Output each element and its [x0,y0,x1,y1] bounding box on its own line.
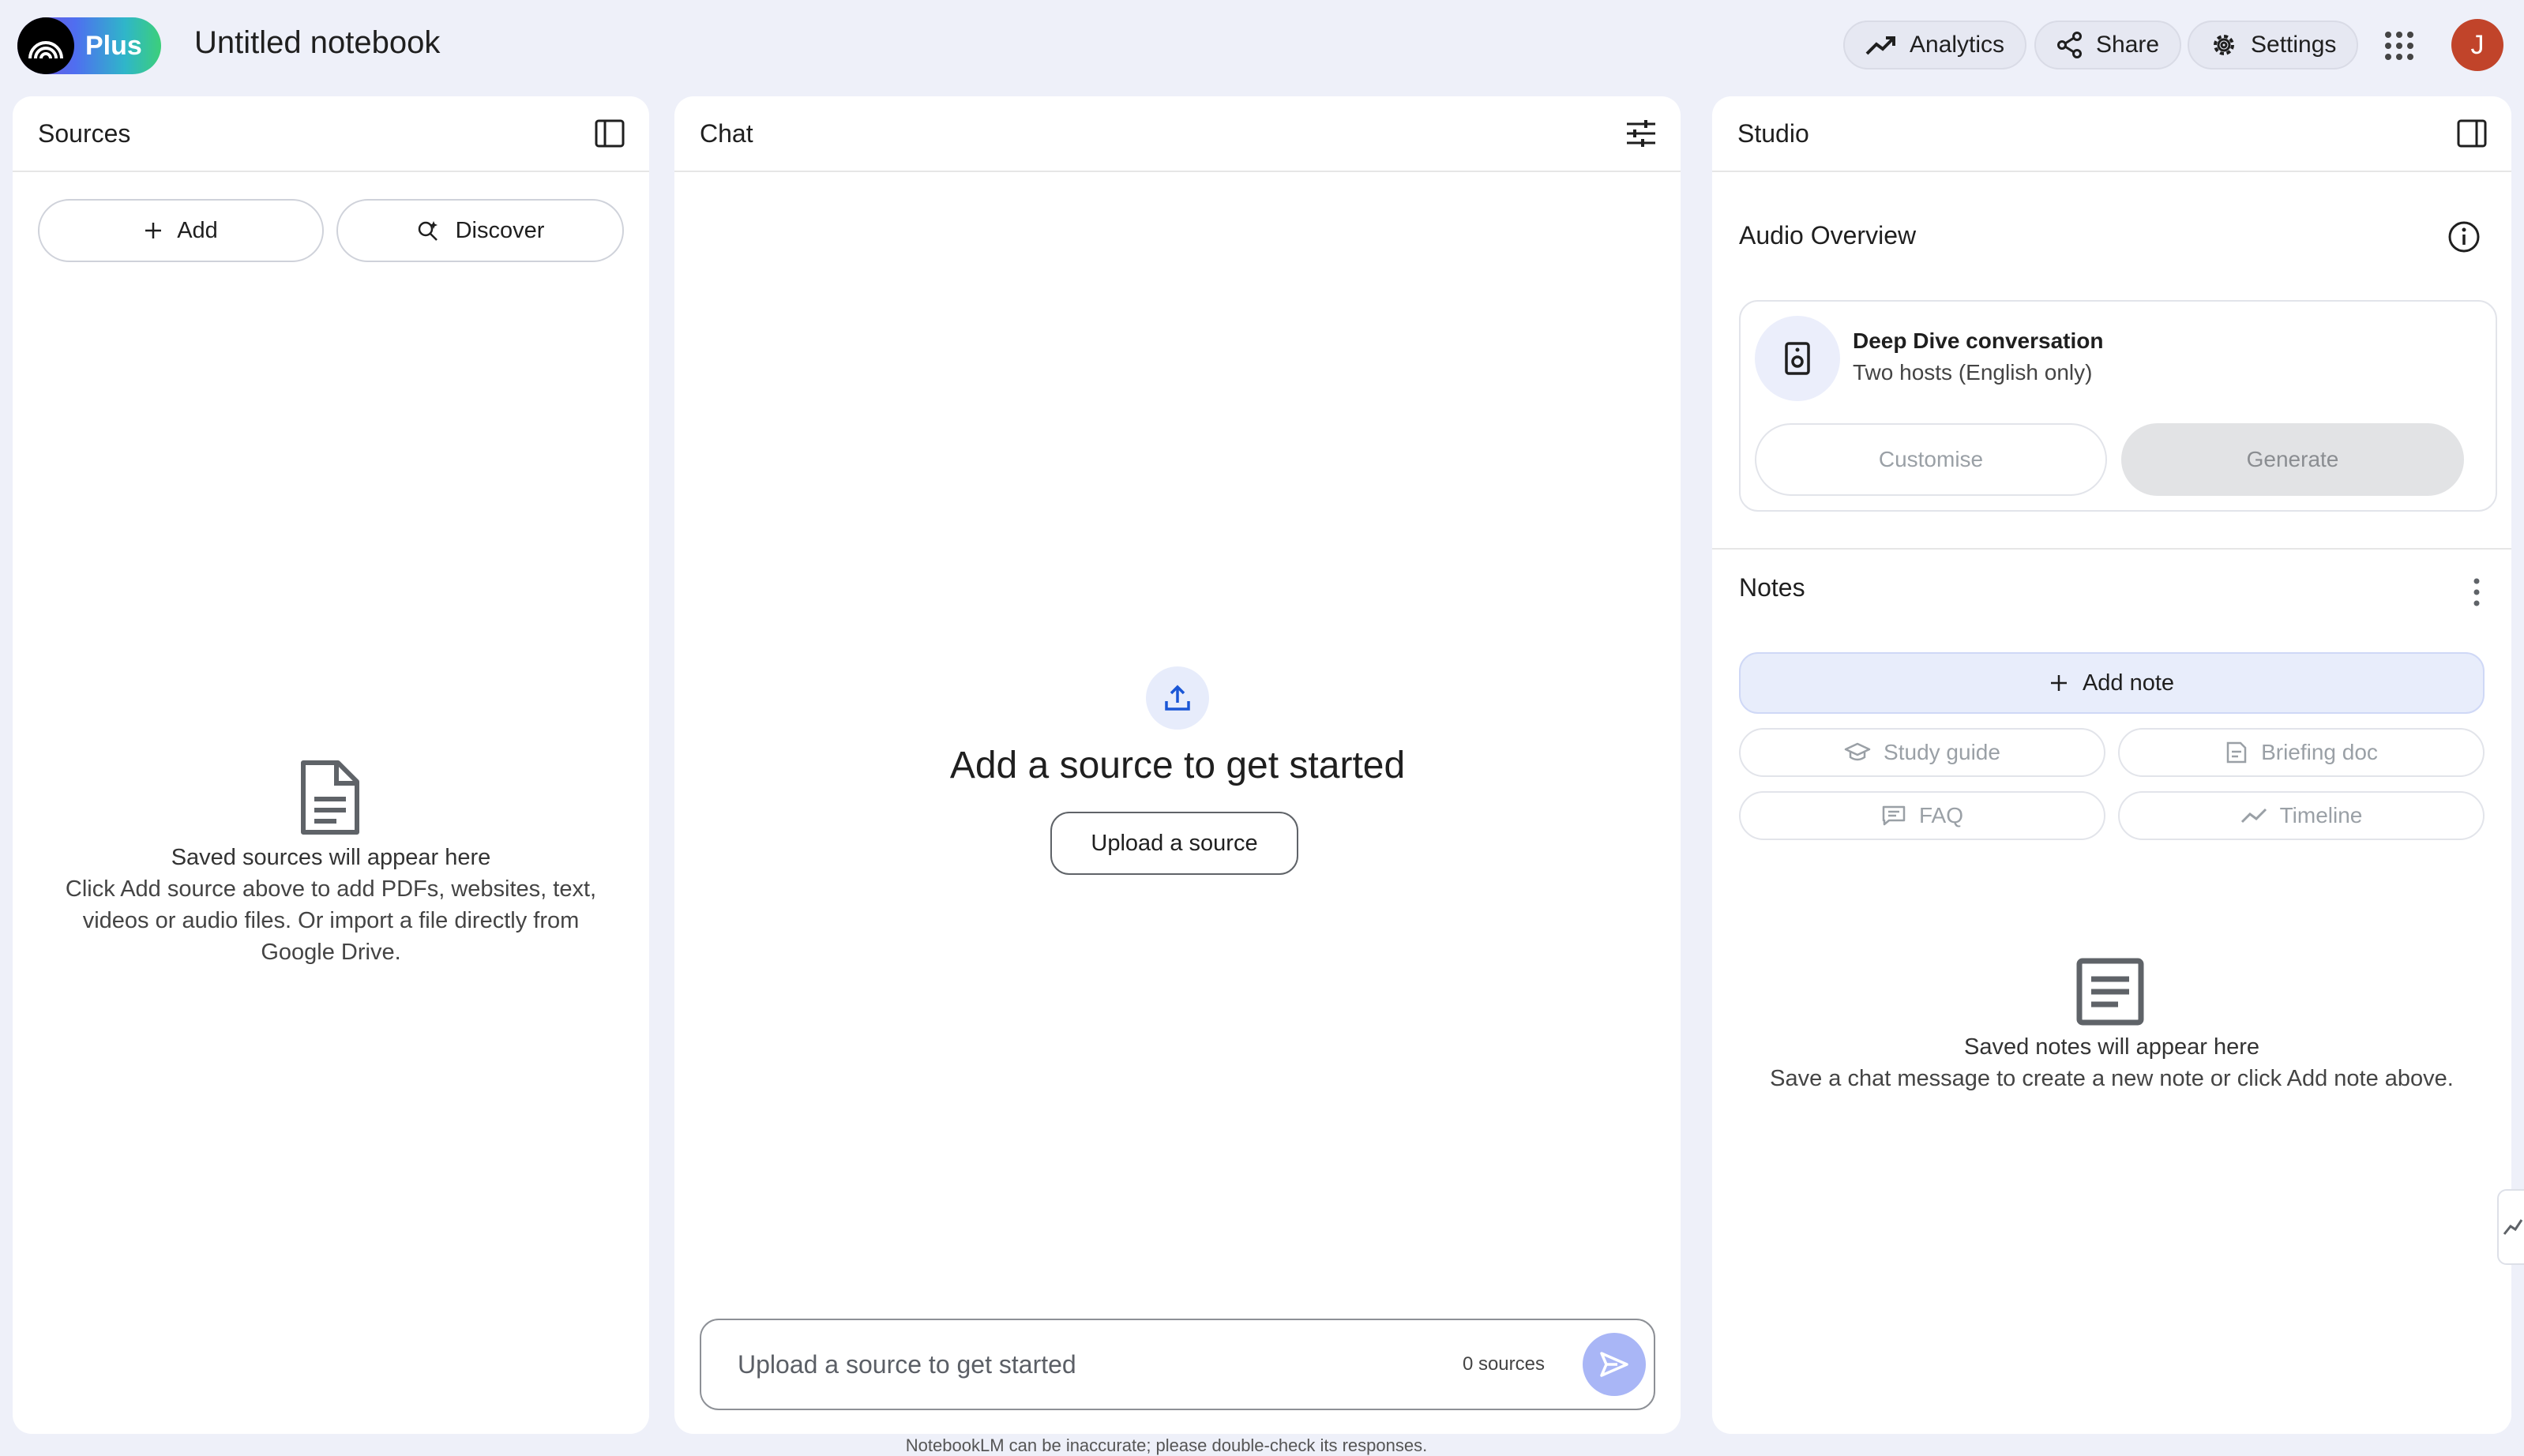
chat-title: Chat [700,118,753,148]
faq-chip[interactable]: FAQ [1739,791,2105,840]
school-icon [1844,742,1871,761]
notes-empty-title: Saved notes will appear here [1963,1034,2259,1060]
notes-title: Notes [1739,573,1805,602]
sources-panel: Sources Add Discover Saved sources will … [13,96,649,1434]
timeline-label: Timeline [2279,803,2363,827]
settings-label: Settings [2251,32,2337,58]
notebooklm-plus-logo[interactable]: Plus [17,17,161,74]
info-icon[interactable] [2447,220,2481,254]
send-icon [1600,1352,1628,1377]
sources-empty-line-3: Google Drive. [261,940,401,965]
share-icon [2057,32,2082,58]
source-count: 0 sources [1462,1353,1545,1375]
settings-button[interactable]: Settings [2188,21,2359,69]
notebook-title[interactable]: Untitled notebook [194,25,440,61]
share-button[interactable]: Share [2034,21,2182,69]
timeline-icon [2240,808,2267,824]
studio-panel: Studio Audio Overview Deep Dive conversa… [1712,96,2511,1434]
audio-card-subtitle: Two hosts (English only) [1853,360,2093,385]
chat-input-placeholder[interactable]: Upload a source to get started [738,1350,1463,1379]
notes-icon [2076,958,2144,1026]
more-vert-icon[interactable] [2470,576,2483,608]
audio-card-title: Deep Dive conversation [1853,328,2104,353]
briefing-doc-label: Briefing doc [2261,740,2378,764]
section-divider [1712,548,2511,550]
sources-empty-line-2: videos or audio files. Or import a file … [82,908,580,933]
collapse-panel-icon[interactable] [2456,118,2488,149]
discover-search-icon [418,221,438,241]
add-source-button[interactable]: Add [38,199,324,262]
generate-button[interactable]: Generate [2121,423,2464,496]
tune-settings-icon[interactable] [1625,118,1657,149]
studio-title: Studio [1737,118,1809,148]
sources-empty-title: Saved sources will appear here [171,845,491,870]
briefing-doc-chip[interactable]: Briefing doc [2118,728,2485,777]
customise-button[interactable]: Customise [1755,423,2107,496]
side-drawer-handle[interactable] [2497,1189,2524,1265]
chat-empty-heading: Add a source to get started [949,745,1406,786]
send-button[interactable] [1583,1333,1646,1396]
chat-header: Chat [674,96,1681,172]
upload-badge [1146,666,1209,730]
sources-empty-line-1: Click Add source above to add PDFs, webs… [65,876,597,902]
top-bar: Plus Untitled notebook Analytics Share S… [0,0,2524,92]
plus-icon [2050,675,2067,691]
chat-input-box[interactable]: Upload a source to get started 0 sources [700,1319,1655,1410]
avatar[interactable]: J [2451,19,2503,71]
notebooklm-icon [17,17,74,74]
audio-overview-card: Deep Dive conversation Two hosts (Englis… [1739,300,2497,512]
gear-icon [2214,35,2234,55]
upload-icon [1165,685,1190,711]
speaker-icon [1785,342,1810,375]
discover-label: Discover [455,217,545,243]
sources-empty-state: Saved sources will appear here Click Add… [13,842,649,968]
notes-empty-state: Saved notes will appear here Save a chat… [1712,1031,2511,1094]
trending-up-icon [1865,36,1895,55]
add-source-label: Add [177,217,218,243]
plus-icon [145,223,162,238]
add-note-button[interactable]: Add note [1739,652,2485,714]
collapse-panel-icon[interactable] [594,118,625,149]
sources-title: Sources [38,118,131,148]
chat-panel: Chat Add a source to get started Upload … [674,96,1681,1434]
audio-overview-title: Audio Overview [1739,221,1917,250]
document-icon [301,760,359,835]
notes-empty-subtitle: Save a chat message to create a new note… [1770,1066,2454,1091]
studio-header: Studio [1712,96,2511,172]
analytics-button[interactable]: Analytics [1843,21,2027,69]
study-guide-label: Study guide [1884,740,2000,764]
faq-label: FAQ [1918,803,1963,827]
audio-badge [1755,316,1840,401]
add-note-label: Add note [2082,670,2175,696]
plus-label: Plus [85,30,142,61]
upload-source-button[interactable]: Upload a source [1050,812,1298,875]
doc-edit-icon [2226,741,2247,764]
apps-grid-icon[interactable] [2383,30,2415,62]
share-label: Share [2096,32,2160,58]
analytics-label: Analytics [1910,32,2005,58]
chat-bubble-icon [1882,805,1906,826]
study-guide-chip[interactable]: Study guide [1739,728,2105,777]
sources-header: Sources [13,96,649,172]
timeline-chip[interactable]: Timeline [2118,791,2485,840]
discover-button[interactable]: Discover [336,199,624,262]
disclaimer-text: NotebookLM can be inaccurate; please dou… [905,1435,1428,1455]
chart-line-icon [2503,1219,2523,1235]
